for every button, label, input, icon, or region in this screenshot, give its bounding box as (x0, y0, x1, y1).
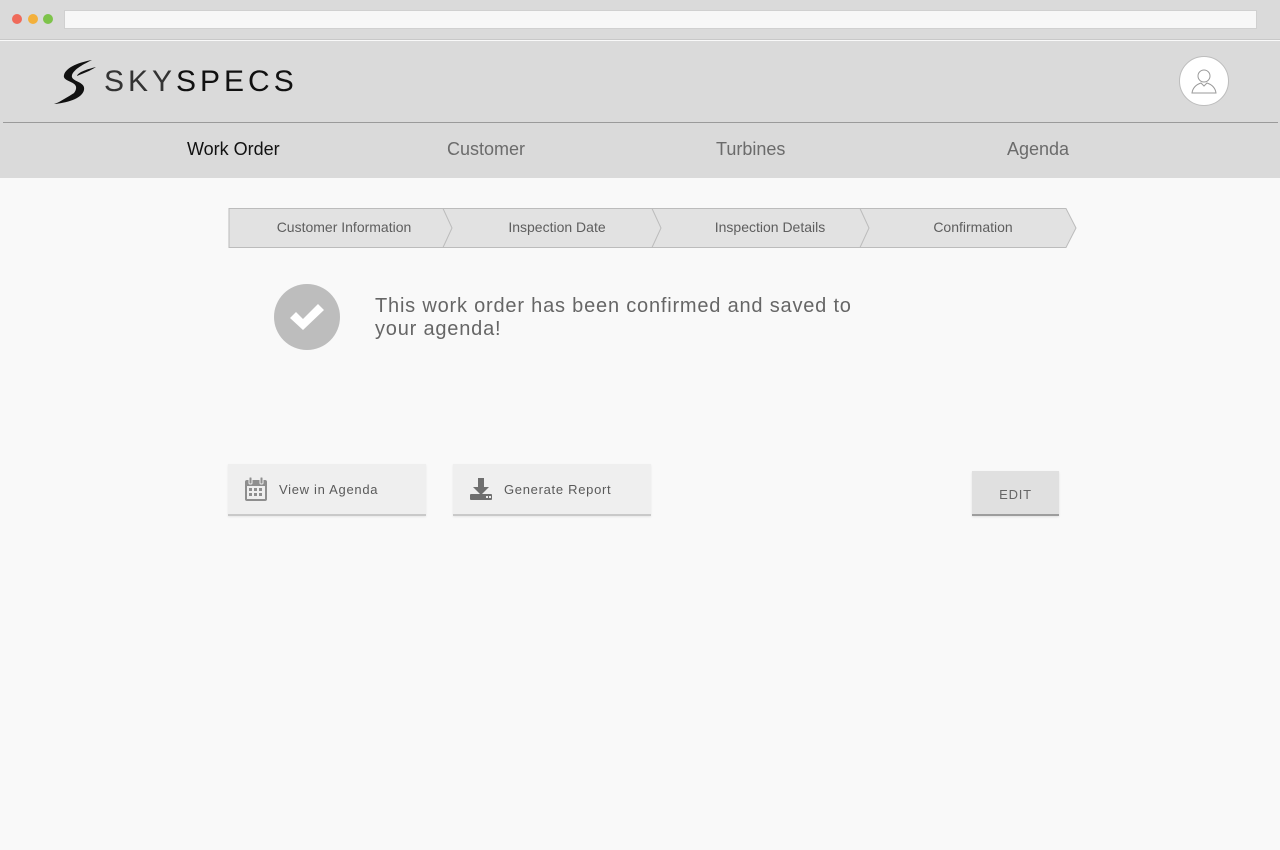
skyspecs-logo[interactable]: SKYSPECS (52, 57, 298, 107)
step-inspection-details[interactable]: Inspection Details (662, 219, 878, 235)
user-icon (1191, 69, 1217, 94)
download-icon (468, 475, 494, 503)
step-customer-information[interactable]: Customer Information (238, 219, 450, 235)
maximize-window-dot[interactable] (43, 14, 53, 24)
step-confirmation[interactable]: Confirmation (868, 219, 1078, 235)
progress-stepper: Customer Information Inspection Date Ins… (228, 208, 1078, 248)
step-inspection-date[interactable]: Inspection Date (452, 219, 662, 235)
confirmation-check-badge (274, 284, 340, 350)
nav-agenda[interactable]: Agenda (1007, 139, 1069, 160)
brand-wordmark: SKYSPECS (104, 67, 298, 97)
nav-work-order[interactable]: Work Order (187, 139, 280, 160)
close-window-dot[interactable] (12, 14, 22, 24)
view-in-agenda-label: View in Agenda (279, 481, 379, 497)
address-bar[interactable] (64, 10, 1257, 29)
view-in-agenda-button[interactable]: View in Agenda (228, 464, 426, 516)
brand-specs: SPECS (176, 65, 298, 98)
generate-report-button[interactable]: Generate Report (453, 464, 651, 516)
checkmark-icon (290, 304, 324, 330)
nav-customer[interactable]: Customer (447, 139, 525, 160)
confirmation-message: This work order has been confirmed and s… (375, 295, 852, 340)
calendar-icon (243, 475, 269, 503)
skyspecs-swoosh-icon (54, 60, 96, 104)
header-divider (3, 122, 1278, 123)
edit-button[interactable]: EDIT (972, 471, 1059, 516)
brand-sky: SKY (104, 65, 177, 98)
browser-chrome (0, 0, 1280, 40)
minimize-window-dot[interactable] (28, 14, 38, 24)
generate-report-label: Generate Report (504, 481, 612, 497)
nav-turbines[interactable]: Turbines (716, 139, 785, 160)
app-header: SKYSPECS Work Order Customer Turbines Ag… (0, 41, 1280, 178)
user-avatar-button[interactable] (1179, 56, 1229, 106)
